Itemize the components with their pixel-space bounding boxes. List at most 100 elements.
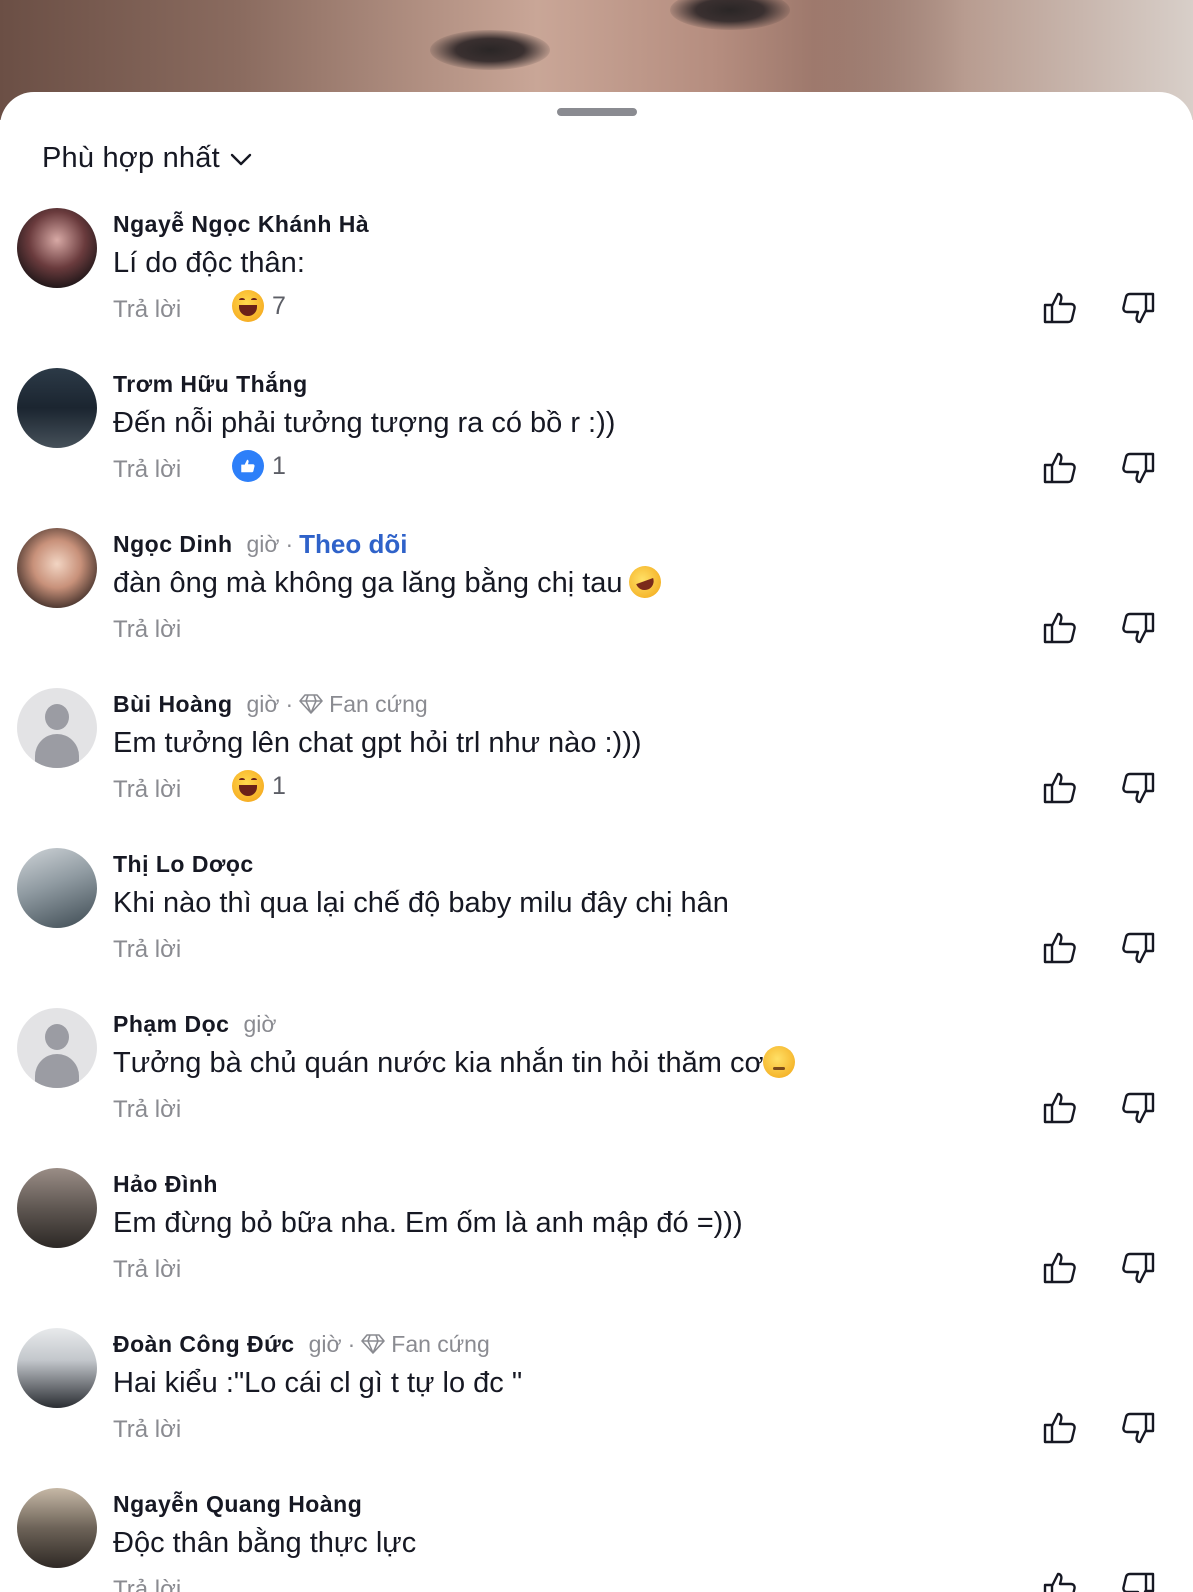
comment-author[interactable]: Ngayễn Quang Hoàng [113, 1491, 362, 1518]
reply-button[interactable]: Trả lời [113, 1096, 181, 1124]
comment-author[interactable]: Bùi Hoàng [113, 691, 233, 718]
comment-item: Ngayễ Ngọc Khánh Hà Lí do độc thân: Trả lờ… [0, 208, 1193, 370]
vote-actions [1040, 1408, 1160, 1450]
separator-dot: · [347, 1330, 356, 1357]
avatar[interactable] [17, 208, 97, 288]
comment-text-content: đàn ông mà không ga lăng bằng chị tau [113, 567, 623, 599]
avatar[interactable] [17, 528, 97, 608]
vote-actions [1040, 928, 1160, 970]
comment-text: Đến nỗi phải tưởng tượng ra có bồ r :)) [113, 406, 615, 440]
comment-text-content: Lí do độc thân: [113, 247, 305, 279]
comment-item: Ngọc Dinh giờ · Theo dõi đàn ông mà không ga… [0, 528, 1193, 690]
comment-header: Trơm Hữu Thắng [113, 368, 308, 400]
reply-button[interactable]: Trả lời [113, 616, 181, 644]
vote-actions [1040, 1088, 1160, 1130]
thumbs-down-icon[interactable] [1118, 608, 1158, 648]
comment-time: giờ [246, 530, 280, 557]
comment-item: Trơm Hữu Thắng Đến nỗi phải tưởng tượng r… [0, 368, 1193, 530]
thumbs-down-icon[interactable] [1118, 768, 1158, 808]
vote-actions [1040, 1568, 1160, 1592]
reaction-count: 1 [272, 771, 286, 800]
avatar[interactable] [17, 848, 97, 928]
comment-author[interactable]: Phạm Dọc [113, 1011, 229, 1038]
comment-text: Hai kiểu :"Lo cái cl gì t tự lo đc " [113, 1366, 522, 1400]
comment-author[interactable]: Hảo Đình [113, 1171, 218, 1198]
thumbs-up-icon[interactable] [1040, 608, 1080, 648]
thumbs-up-icon[interactable] [1040, 1408, 1080, 1448]
reply-button[interactable]: Trả lời [113, 1416, 181, 1444]
reaction-summary[interactable]: 1 [232, 450, 286, 482]
reaction-summary[interactable]: 1 [232, 770, 286, 802]
comment-header: Đoàn Công Đức giờ · Fan cứng [113, 1328, 490, 1360]
thumbs-down-icon[interactable] [1118, 1568, 1158, 1592]
comment-time: giờ [243, 1010, 277, 1037]
thumbs-up-icon[interactable] [1040, 768, 1080, 808]
reply-button[interactable]: Trả lời [113, 456, 181, 484]
rofl-emoji-icon [624, 561, 666, 603]
comment-header: Hảo Đình [113, 1168, 218, 1200]
video-frame-detail [670, 0, 790, 30]
comment-text-content: Em đừng bỏ bữa nha. Em ốm là anh mập đó … [113, 1207, 743, 1239]
thumbs-down-icon[interactable] [1118, 288, 1158, 328]
haha-reaction-icon [232, 290, 264, 322]
follow-button[interactable]: Theo dõi [299, 529, 407, 560]
comment-text: đàn ông mà không ga lăng bằng chị tau [113, 561, 666, 603]
thumbs-up-icon[interactable] [1040, 288, 1080, 328]
comment-text: Tưởng bà chủ quán nước kia nhắn tin hỏi … [113, 1046, 796, 1080]
avatar[interactable] [17, 1328, 97, 1408]
thumbs-up-icon[interactable] [1040, 1568, 1080, 1592]
comment-text: Lí do độc thân: [113, 246, 305, 280]
thumbs-down-icon[interactable] [1118, 928, 1158, 968]
avatar[interactable] [17, 688, 97, 768]
separator-dot: · [285, 530, 294, 557]
avatar[interactable] [17, 1488, 97, 1568]
reply-button[interactable]: Trả lời [113, 1576, 181, 1592]
avatar[interactable] [17, 1168, 97, 1248]
reply-button[interactable]: Trả lời [113, 776, 181, 804]
comment-author[interactable]: Ngọc Dinh [113, 531, 233, 558]
thumbs-up-icon[interactable] [1040, 1088, 1080, 1128]
vote-actions [1040, 608, 1160, 650]
fan-badge: Fan cứng [361, 1331, 490, 1358]
reply-button[interactable]: Trả lời [113, 1256, 181, 1284]
avatar[interactable] [17, 368, 97, 448]
comment-author[interactable]: Thị Lo Dơọc [113, 851, 254, 878]
comment-author[interactable]: Ngayễ Ngọc Khánh Hà [113, 211, 369, 238]
thumbs-up-icon[interactable] [1040, 1248, 1080, 1288]
avatar[interactable] [17, 1008, 97, 1088]
comment-item: Ngayễn Quang Hoàng Độc thân bằng thực lực… [0, 1488, 1193, 1592]
thumbs-up-icon[interactable] [1040, 928, 1080, 968]
comment-time: giờ [246, 690, 280, 717]
sort-dropdown[interactable]: Phù hợp nhất [42, 142, 252, 175]
fan-badge-label: Fan cứng [391, 1330, 490, 1357]
reply-button[interactable]: Trả lời [113, 936, 181, 964]
thumbs-down-icon[interactable] [1118, 1248, 1158, 1288]
pensive-emoji-icon [763, 1046, 796, 1078]
comment-text-content: Độc thân bằng thực lực [113, 1527, 417, 1559]
comment-text: Em tưởng lên chat gpt hỏi trl như nào :)… [113, 726, 642, 760]
comment-author[interactable]: Trơm Hữu Thắng [113, 371, 308, 398]
reaction-summary[interactable]: 7 [232, 290, 286, 322]
thumbs-down-icon[interactable] [1118, 1408, 1158, 1448]
sheet-drag-handle[interactable] [557, 108, 637, 116]
comment-text-content: Khi nào thì qua lại chế độ baby milu đây… [113, 887, 729, 919]
separator-dot: · [285, 690, 294, 717]
comment-text-content: Hai kiểu :"Lo cái cl gì t tự lo đc " [113, 1367, 523, 1399]
haha-reaction-icon [232, 770, 264, 802]
thumbs-down-icon[interactable] [1118, 1088, 1158, 1128]
comment-author[interactable]: Đoàn Công Đức [113, 1331, 295, 1358]
reaction-count: 7 [272, 291, 286, 320]
comment-header: Thị Lo Dơọc [113, 848, 254, 880]
diamond-icon [361, 1334, 386, 1354]
comment-header: Phạm Dọc giờ [113, 1008, 276, 1040]
vote-actions [1040, 288, 1160, 330]
vote-actions [1040, 1248, 1160, 1290]
comment-item: Bùi Hoàng giờ · Fan cứng Em tưởng lên chat g… [0, 688, 1193, 850]
comment-text: Em đừng bỏ bữa nha. Em ốm là anh mập đó … [113, 1206, 743, 1240]
comment-header: Ngọc Dinh giờ · Theo dõi [113, 528, 407, 560]
thumbs-up-icon[interactable] [1040, 448, 1080, 488]
comment-header: Ngayễ Ngọc Khánh Hà [113, 208, 369, 240]
comment-header: Bùi Hoàng giờ · Fan cứng [113, 688, 428, 720]
reply-button[interactable]: Trả lời [113, 296, 181, 324]
thumbs-down-icon[interactable] [1118, 448, 1158, 488]
